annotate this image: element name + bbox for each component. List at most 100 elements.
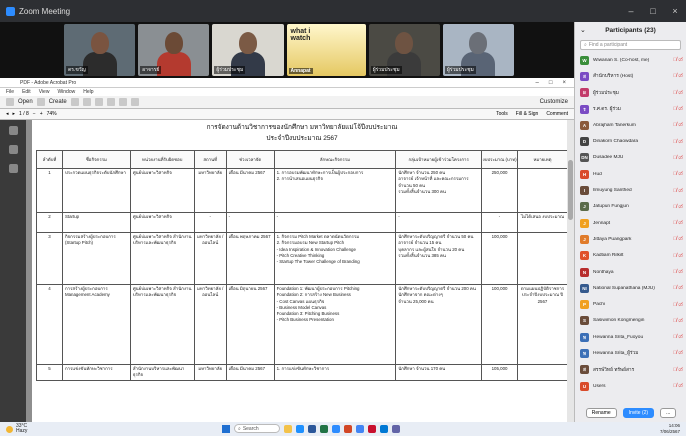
windows-start-icon[interactable] bbox=[222, 424, 230, 433]
video-off-icon[interactable]: ▭̸ bbox=[678, 253, 683, 259]
menu-help[interactable]: Help bbox=[83, 89, 93, 95]
close-button[interactable]: × bbox=[664, 6, 686, 16]
participant-row[interactable]: N Nonthaya 🎙̸ ▭̸ bbox=[575, 264, 686, 280]
mic-muted-icon[interactable]: 🎙̸ bbox=[673, 334, 677, 340]
menu-file[interactable]: File bbox=[6, 89, 14, 95]
mic-muted-icon[interactable]: 🎙̸ bbox=[673, 122, 677, 128]
print-icon[interactable] bbox=[82, 98, 91, 106]
video-tile[interactable]: อาจารย์ bbox=[138, 24, 210, 76]
video-off-icon[interactable]: ▭̸ bbox=[678, 350, 683, 356]
more-button[interactable]: ... bbox=[660, 408, 677, 418]
video-off-icon[interactable]: ▭̸ bbox=[678, 73, 683, 79]
mic-muted-icon[interactable]: 🎙̸ bbox=[673, 220, 677, 226]
zoom-out-icon[interactable]: − bbox=[33, 111, 36, 117]
video-tile[interactable]: ผู้ร่วมประชุม bbox=[368, 24, 440, 76]
video-off-icon[interactable]: ▭̸ bbox=[678, 188, 683, 194]
participant-row[interactable]: ห Hewanna Srita_ผู้ร่วม 🎙̸ ▭̸ bbox=[575, 345, 686, 361]
page-indicator[interactable]: 1 / 8 bbox=[19, 111, 29, 117]
video-off-icon[interactable]: ▭̸ bbox=[678, 269, 683, 275]
video-off-icon[interactable]: ▭̸ bbox=[678, 171, 683, 177]
menu-edit[interactable]: Edit bbox=[22, 89, 31, 95]
participant-row[interactable]: U Users 🎙̸ ▭̸ bbox=[575, 378, 686, 394]
mic-muted-icon[interactable]: 🎙̸ bbox=[673, 139, 677, 145]
invite-button[interactable]: Invite (2) bbox=[622, 408, 655, 418]
participant-row[interactable]: D Dinakorn Chaowdara 🎙̸ ▭̸ bbox=[575, 133, 686, 149]
participant-row[interactable]: DN Dusadee MJU 🎙̸ ▭̸ bbox=[575, 150, 686, 166]
create-button[interactable]: Create bbox=[49, 99, 67, 105]
zoom-in-icon[interactable]: + bbox=[40, 111, 43, 117]
mic-muted-icon[interactable]: 🎙̸ bbox=[673, 253, 677, 259]
share-icon[interactable] bbox=[130, 98, 139, 106]
mic-muted-icon[interactable]: 🎙̸ bbox=[673, 383, 677, 389]
video-off-icon[interactable]: ▭̸ bbox=[678, 57, 683, 63]
minimize-button[interactable]: – bbox=[620, 6, 642, 16]
prev-page-icon[interactable]: ◂ bbox=[6, 111, 9, 117]
mic-muted-icon[interactable]: 🎙̸ bbox=[673, 171, 677, 177]
participant-row[interactable]: J Jittaya Puangpark 🎙̸ ▭̸ bbox=[575, 231, 686, 247]
teams-icon[interactable] bbox=[392, 424, 400, 433]
pdf-close-button[interactable]: × bbox=[562, 80, 566, 86]
mic-muted-icon[interactable]: 🎙̸ bbox=[673, 285, 677, 291]
participant-row[interactable]: ผ ผู้ร่วมประชุม 🎙̸ ▭̸ bbox=[575, 85, 686, 101]
next-page-icon[interactable]: ▸ bbox=[13, 111, 16, 117]
mic-muted-icon[interactable]: 🎙̸ bbox=[673, 155, 677, 161]
comment-tab[interactable]: Comment bbox=[546, 111, 568, 117]
participant-row[interactable]: NI National Supanathana (MJU) 🎙̸ ▭̸ bbox=[575, 280, 686, 296]
video-tile[interactable]: ผู้ร่วมประชุม bbox=[442, 24, 515, 76]
maximize-button[interactable]: □ bbox=[642, 6, 664, 16]
zoom-level[interactable]: 74% bbox=[47, 111, 57, 117]
participant-row[interactable]: H Hud 🎙̸ ▭̸ bbox=[575, 166, 686, 182]
settings-icon[interactable] bbox=[106, 98, 115, 106]
participant-row[interactable]: ร ร.ศ.ดร. ผู้ร่วม 🎙̸ ▭̸ bbox=[575, 101, 686, 117]
system-tray[interactable]: 14:06 7/06/2567 bbox=[660, 423, 680, 435]
mic-muted-icon[interactable]: 🎙̸ bbox=[673, 367, 677, 373]
open-button[interactable]: Open bbox=[18, 99, 33, 105]
video-off-icon[interactable]: ▭̸ bbox=[678, 334, 683, 340]
video-tile[interactable]: what i watch Annapat bbox=[286, 24, 366, 76]
taskbar-search[interactable]: ⌕ Search bbox=[234, 424, 280, 433]
chrome-icon[interactable] bbox=[356, 424, 364, 433]
acrobat-icon[interactable] bbox=[368, 424, 376, 433]
mic-muted-icon[interactable]: 🎙̸ bbox=[673, 57, 677, 63]
mic-muted-icon[interactable]: 🎙̸ bbox=[673, 188, 677, 194]
video-off-icon[interactable]: ▭̸ bbox=[678, 302, 683, 308]
pages-icon[interactable] bbox=[8, 126, 18, 135]
participant-search[interactable]: ⌕ Find a participant bbox=[580, 40, 681, 50]
zoom-icon[interactable] bbox=[332, 424, 340, 433]
video-off-icon[interactable]: ▭̸ bbox=[678, 383, 683, 389]
customize-button[interactable]: Customize bbox=[540, 99, 568, 105]
mic-muted-icon[interactable]: 🎙̸ bbox=[673, 269, 677, 275]
mail-icon[interactable] bbox=[380, 424, 388, 433]
file-explorer-icon[interactable] bbox=[284, 424, 292, 433]
video-off-icon[interactable]: ▭̸ bbox=[678, 236, 683, 242]
save-icon[interactable] bbox=[70, 98, 79, 106]
pdf-scrollbar[interactable] bbox=[567, 120, 574, 422]
pdf-maximize-button[interactable]: □ bbox=[549, 80, 553, 86]
edge-icon[interactable] bbox=[296, 424, 304, 433]
video-off-icon[interactable]: ▭̸ bbox=[678, 90, 683, 96]
video-tile[interactable]: ผู้ร่วมประชุม bbox=[212, 24, 284, 76]
mic-muted-icon[interactable]: 🎙̸ bbox=[673, 236, 677, 242]
rename-button[interactable]: Rename bbox=[585, 408, 617, 418]
mic-muted-icon[interactable]: 🎙̸ bbox=[673, 302, 677, 308]
email-icon[interactable] bbox=[94, 98, 103, 106]
menu-view[interactable]: View bbox=[39, 89, 50, 95]
mic-muted-icon[interactable]: 🎙̸ bbox=[673, 106, 677, 112]
video-off-icon[interactable]: ▭̸ bbox=[678, 139, 683, 145]
video-off-icon[interactable]: ▭̸ bbox=[678, 318, 683, 324]
word-icon[interactable] bbox=[308, 424, 316, 433]
collapse-panel-icon[interactable]: ⌄ bbox=[580, 26, 586, 34]
bookmark-icon[interactable] bbox=[8, 145, 18, 154]
video-off-icon[interactable]: ▭̸ bbox=[678, 220, 683, 226]
video-off-icon[interactable]: ▭̸ bbox=[678, 155, 683, 161]
video-tile[interactable]: ดร.ขวัญ bbox=[64, 24, 136, 76]
weather-widget[interactable]: 33°C Hazy bbox=[0, 424, 27, 434]
mic-muted-icon[interactable]: 🎙̸ bbox=[673, 73, 677, 79]
fill-sign-tab[interactable]: Fill & Sign bbox=[516, 111, 539, 117]
participant-row[interactable]: P Pachi 🎙̸ ▭̸ bbox=[575, 296, 686, 312]
video-off-icon[interactable]: ▭̸ bbox=[678, 106, 683, 112]
video-off-icon[interactable]: ▭̸ bbox=[678, 204, 683, 210]
participant-row[interactable]: J Jennapt 🎙̸ ▭̸ bbox=[575, 215, 686, 231]
participant-row[interactable]: S Sasiwimon Kongmengin 🎙̸ ▭̸ bbox=[575, 313, 686, 329]
attachment-icon[interactable] bbox=[8, 164, 18, 173]
